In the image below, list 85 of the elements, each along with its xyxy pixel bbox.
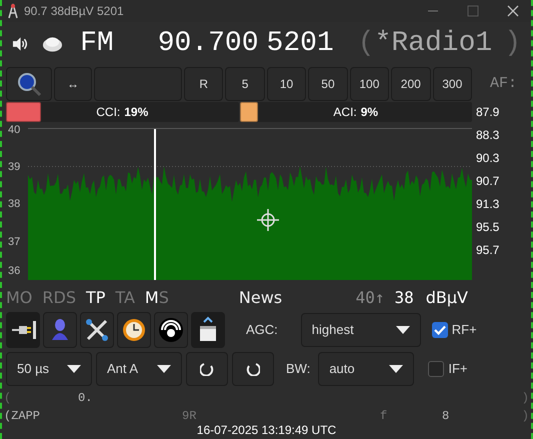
music-flag-label: M	[144, 287, 159, 309]
close-icon	[507, 5, 519, 17]
status-flag-label: TA	[115, 287, 135, 309]
bracket: (	[358, 27, 375, 61]
bw-label: BW:	[286, 360, 310, 378]
rotate-button[interactable]	[186, 352, 228, 386]
af-frequency: 90.7	[476, 173, 500, 190]
step-button[interactable]: 10	[266, 67, 306, 101]
search-icon	[16, 71, 42, 97]
radiotext: 8	[442, 408, 450, 425]
station-name: *Radio1	[374, 27, 492, 61]
meter-value: 9%	[360, 104, 378, 121]
check-icon	[434, 325, 446, 335]
meter-label: CCI:	[96, 104, 120, 121]
bw-dropdown[interactable]: auto	[318, 352, 414, 386]
agc-label: AGC:	[246, 321, 278, 340]
rotate-icon	[246, 362, 260, 376]
meter-label: ACI:	[333, 104, 357, 121]
tool-button[interactable]	[191, 312, 225, 348]
squelch-value: 40↑	[356, 287, 384, 309]
checkbox-label: RF+	[452, 321, 477, 340]
meter-value: 19%	[124, 104, 148, 121]
tool-button[interactable]	[117, 312, 151, 348]
tool-button[interactable]	[80, 312, 114, 348]
step-button[interactable]: 100	[350, 67, 390, 101]
af-frequency: 87.9	[476, 104, 500, 121]
crosshair-icon	[256, 208, 280, 232]
status-flag-label: MO	[6, 287, 32, 309]
radiotext: (	[4, 390, 12, 407]
checkbox[interactable]	[428, 361, 444, 377]
date-time: 16-07-2025 13:19:49 UTC	[196, 422, 338, 439]
status-flag-label: RDS	[42, 287, 76, 309]
axis-label: 37	[8, 236, 20, 248]
radiotext: 0.	[78, 390, 92, 407]
rotate-icon	[200, 362, 214, 376]
radiotext: )	[522, 408, 529, 425]
clock-icon	[120, 316, 148, 344]
axis-label: 38	[8, 198, 20, 210]
signal-icon	[157, 316, 185, 344]
step-button[interactable]: 5	[225, 67, 265, 101]
search-button[interactable]	[6, 67, 52, 101]
af-frequency: 91.3	[476, 196, 500, 213]
antenna-dropdown[interactable]: Ant A	[96, 352, 182, 386]
caret-icon	[396, 326, 410, 334]
step-button[interactable]: R	[184, 67, 224, 101]
radiotext: (ZAPP	[4, 408, 40, 425]
checkbox-label: IF+	[448, 360, 468, 378]
checkbox[interactable]	[432, 322, 448, 338]
agc-dropdown[interactable]: highest	[300, 313, 421, 347]
axis-label: 40	[8, 124, 20, 136]
axis-label: 39	[8, 161, 20, 174]
speaker-icon	[12, 36, 30, 52]
band-label: FM	[80, 27, 114, 61]
af-frequency: 95.7	[476, 242, 500, 259]
window-title: 90.7 38dBµV 5201	[24, 3, 124, 20]
status-flag-label: TP	[86, 287, 106, 309]
axis-label: 36	[8, 264, 20, 277]
step-button[interactable]: 200	[391, 67, 431, 101]
signal-unit: dBµV	[426, 287, 468, 309]
tool-button[interactable]	[6, 312, 40, 348]
af-label: AF:	[490, 74, 518, 94]
step-button[interactable]: 50	[308, 67, 348, 101]
radiotext: 9R	[182, 408, 196, 425]
deemphasis-dropdown[interactable]: 50 µs	[6, 352, 92, 386]
step-button[interactable]: ↔	[54, 67, 92, 101]
caret-icon	[67, 365, 81, 373]
caret-icon	[157, 365, 171, 373]
speech-flag-label: S	[158, 287, 169, 309]
radiotext: )	[522, 390, 529, 407]
tools-icon	[83, 316, 111, 344]
signal-level: 38	[394, 287, 414, 309]
radiotext: f	[380, 408, 388, 425]
program-type: News	[238, 287, 282, 309]
antenna-icon	[6, 3, 20, 19]
pi-code: 5201	[266, 27, 334, 61]
af-frequency: 95.5	[476, 219, 500, 236]
step-button[interactable]: 300	[432, 67, 472, 101]
tool-button[interactable]	[154, 312, 188, 348]
caret-icon	[389, 365, 404, 373]
bracket: )	[504, 27, 521, 61]
af-frequency: 90.3	[476, 150, 500, 167]
af-frequency: 88.3	[476, 127, 500, 144]
rotate-button[interactable]	[232, 352, 274, 386]
frequency-display: 90.700	[158, 27, 259, 61]
maximize-icon	[467, 5, 479, 17]
